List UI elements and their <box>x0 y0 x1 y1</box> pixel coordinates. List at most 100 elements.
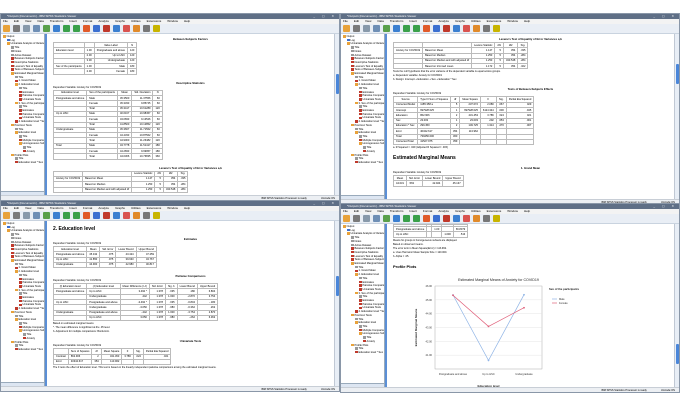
output-table-block[interactable]: Levene's Test of Equality of Error Varia… <box>392 37 668 81</box>
toolbar-button-icon[interactable] <box>373 215 380 222</box>
toolbar-button-icon[interactable] <box>113 25 120 32</box>
toolbar-button-icon[interactable] <box>413 215 420 222</box>
toolbar-button-icon[interactable] <box>43 25 50 32</box>
toolbar-button-icon[interactable] <box>453 215 460 222</box>
toolbar-button-icon[interactable] <box>433 25 440 32</box>
toolbar-button-icon[interactable] <box>103 212 110 219</box>
toolbar-button-icon[interactable] <box>123 212 130 219</box>
pivot-table[interactable]: Education level Sex of the participants Me… <box>52 89 163 160</box>
toolbar-button-icon[interactable] <box>393 215 400 222</box>
output-table-block[interactable]: Levene's Test of Equality of Error Varia… <box>52 166 328 193</box>
toolbar-button-icon[interactable] <box>133 212 140 219</box>
output-table-block[interactable]: Univariate Tests Dependent Variable: Anxi… <box>53 339 328 369</box>
toolbar-button-icon[interactable] <box>453 25 460 32</box>
toolbar-button-icon[interactable] <box>423 25 430 32</box>
toolbar-button-icon[interactable] <box>493 25 500 32</box>
output-table-block[interactable]: Postgraduate and above 1.00 66.8079 Up to H… <box>392 224 668 258</box>
toolbar-button-icon[interactable] <box>473 215 480 222</box>
tree-item[interactable]: Education level * Sex <box>1 348 44 352</box>
toolbar-button-icon[interactable] <box>153 25 160 32</box>
toolbar-button-icon[interactable] <box>53 212 60 219</box>
tree-item[interactable]: Univariate Analysis of Variance <box>1 42 44 46</box>
output-table-block[interactable]: Tests of Between-Subjects Effects Depende… <box>392 87 668 149</box>
scrollbar-thumb[interactable] <box>336 276 339 296</box>
toolbar-button-icon[interactable] <box>483 25 490 32</box>
toolbar-button-icon[interactable] <box>383 25 390 32</box>
toolbar-button-icon[interactable] <box>13 212 20 219</box>
toolbar-button-icon[interactable] <box>463 215 470 222</box>
scrollbar-thumb[interactable] <box>676 344 679 364</box>
tree-item[interactable]: Education level * Sex <box>341 351 384 355</box>
pivot-table[interactable]: (I) Education level (J) Education level Me… <box>52 283 219 322</box>
toolbar-button-icon[interactable] <box>343 25 350 32</box>
vertical-scrollbar[interactable] <box>334 221 339 386</box>
toolbar-button-icon[interactable] <box>63 212 70 219</box>
window-controls[interactable]: _ ▢ ✕ <box>653 14 677 19</box>
tree-item[interactable]: Education level * Sex <box>341 161 384 165</box>
output-table-block[interactable]: Estimates Dependent Variable: Anxiety for… <box>52 237 328 269</box>
output-table-block[interactable]: Descriptive Statistics Dependent Variable… <box>52 81 328 160</box>
scrollbar-thumb[interactable] <box>676 64 679 84</box>
toolbar-button-icon[interactable] <box>473 25 480 32</box>
toolbar-button-icon[interactable] <box>13 25 20 32</box>
toolbar-button-icon[interactable] <box>113 212 120 219</box>
pivot-table[interactable]: Levene Statistic df1 df2 Sig. Anxiety for CO… <box>52 170 189 193</box>
toolbar-button-icon[interactable] <box>353 215 360 222</box>
window-controls[interactable]: _ ▢ ✕ <box>653 204 677 209</box>
toolbar-button-icon[interactable] <box>93 212 100 219</box>
vertical-scrollbar[interactable] <box>674 224 679 387</box>
pivot-table[interactable]: Levene Statistic df1 df2 Sig. Anxiety for CO… <box>392 41 529 70</box>
toolbar-button-icon[interactable] <box>403 25 410 32</box>
tree-item[interactable]: Education level * Sex <box>1 161 44 165</box>
toolbar-button-icon[interactable] <box>493 215 500 222</box>
toolbar-button-icon[interactable] <box>373 25 380 32</box>
pivot-table[interactable]: Source Type III Sum of Squares df Mean Squa… <box>392 96 535 146</box>
toolbar-button-icon[interactable] <box>403 215 410 222</box>
toolbar-button-icon[interactable] <box>123 25 130 32</box>
toolbar-button-icon[interactable] <box>363 25 370 32</box>
tree-item[interactable]: Univariate Analysis of Variance <box>341 42 384 46</box>
toolbar-button-icon[interactable] <box>43 212 50 219</box>
toolbar-button-icon[interactable] <box>23 25 30 32</box>
toolbar-button-icon[interactable] <box>3 212 10 219</box>
pivot-table[interactable]: Education level Mean Std. Error Lower Bound… <box>52 245 157 269</box>
pivot-table[interactable]: Sum of Squares df Mean Square F Sig. Partial … <box>53 348 172 366</box>
horizontal-scrollbar[interactable] <box>341 195 384 199</box>
output-table-block[interactable]: Pairwise Comparisons Dependent Variable: … <box>52 274 328 333</box>
toolbar-button-icon[interactable] <box>33 25 40 32</box>
toolbar-button-icon[interactable] <box>83 25 90 32</box>
toolbar-button-icon[interactable] <box>63 25 70 32</box>
toolbar-button-icon[interactable] <box>103 25 110 32</box>
toolbar-button-icon[interactable] <box>443 215 450 222</box>
horizontal-scrollbar[interactable] <box>1 191 44 195</box>
window-controls[interactable]: _ ▢ ✕ <box>313 201 337 206</box>
toolbar-button-icon[interactable] <box>133 25 140 32</box>
tree-item[interactable]: Univariate Analysis of Variance <box>341 232 384 236</box>
toolbar-button-icon[interactable] <box>353 25 360 32</box>
scrollbar-thumb[interactable] <box>336 74 339 94</box>
toolbar-button-icon[interactable] <box>463 25 470 32</box>
toolbar-button-icon[interactable] <box>363 215 370 222</box>
toolbar-button-icon[interactable] <box>433 215 440 222</box>
toolbar-button-icon[interactable] <box>343 215 350 222</box>
horizontal-scrollbar[interactable] <box>341 383 384 387</box>
toolbar-button-icon[interactable] <box>383 215 390 222</box>
toolbar-button-icon[interactable] <box>143 212 150 219</box>
toolbar-button-icon[interactable] <box>423 215 430 222</box>
tree-item[interactable]: Univariate Analysis of Variance <box>1 229 44 233</box>
pivot-table[interactable]: Mean Std. Error Lower Bound Upper Bound 44.0… <box>393 175 464 187</box>
vertical-scrollbar[interactable] <box>674 34 679 199</box>
pivot-table[interactable]: Value Label N Education level 1.00 Postgradu… <box>53 41 138 75</box>
toolbar-button-icon[interactable] <box>53 25 60 32</box>
toolbar-button-icon[interactable] <box>73 25 80 32</box>
toolbar-button-icon[interactable] <box>73 212 80 219</box>
toolbar-button-icon[interactable] <box>143 25 150 32</box>
toolbar-button-icon[interactable] <box>393 25 400 32</box>
output-table-block[interactable]: 1. Grand Mean Dependent Variable: Anxiety… <box>393 166 668 187</box>
horizontal-scrollbar[interactable] <box>1 382 44 386</box>
toolbar-button-icon[interactable] <box>443 25 450 32</box>
pivot-table[interactable]: Postgraduate and above 1.00 66.8079 Up to H… <box>392 224 469 238</box>
toolbar-button-icon[interactable] <box>3 25 10 32</box>
toolbar-button-icon[interactable] <box>483 215 490 222</box>
toolbar-button-icon[interactable] <box>413 25 420 32</box>
